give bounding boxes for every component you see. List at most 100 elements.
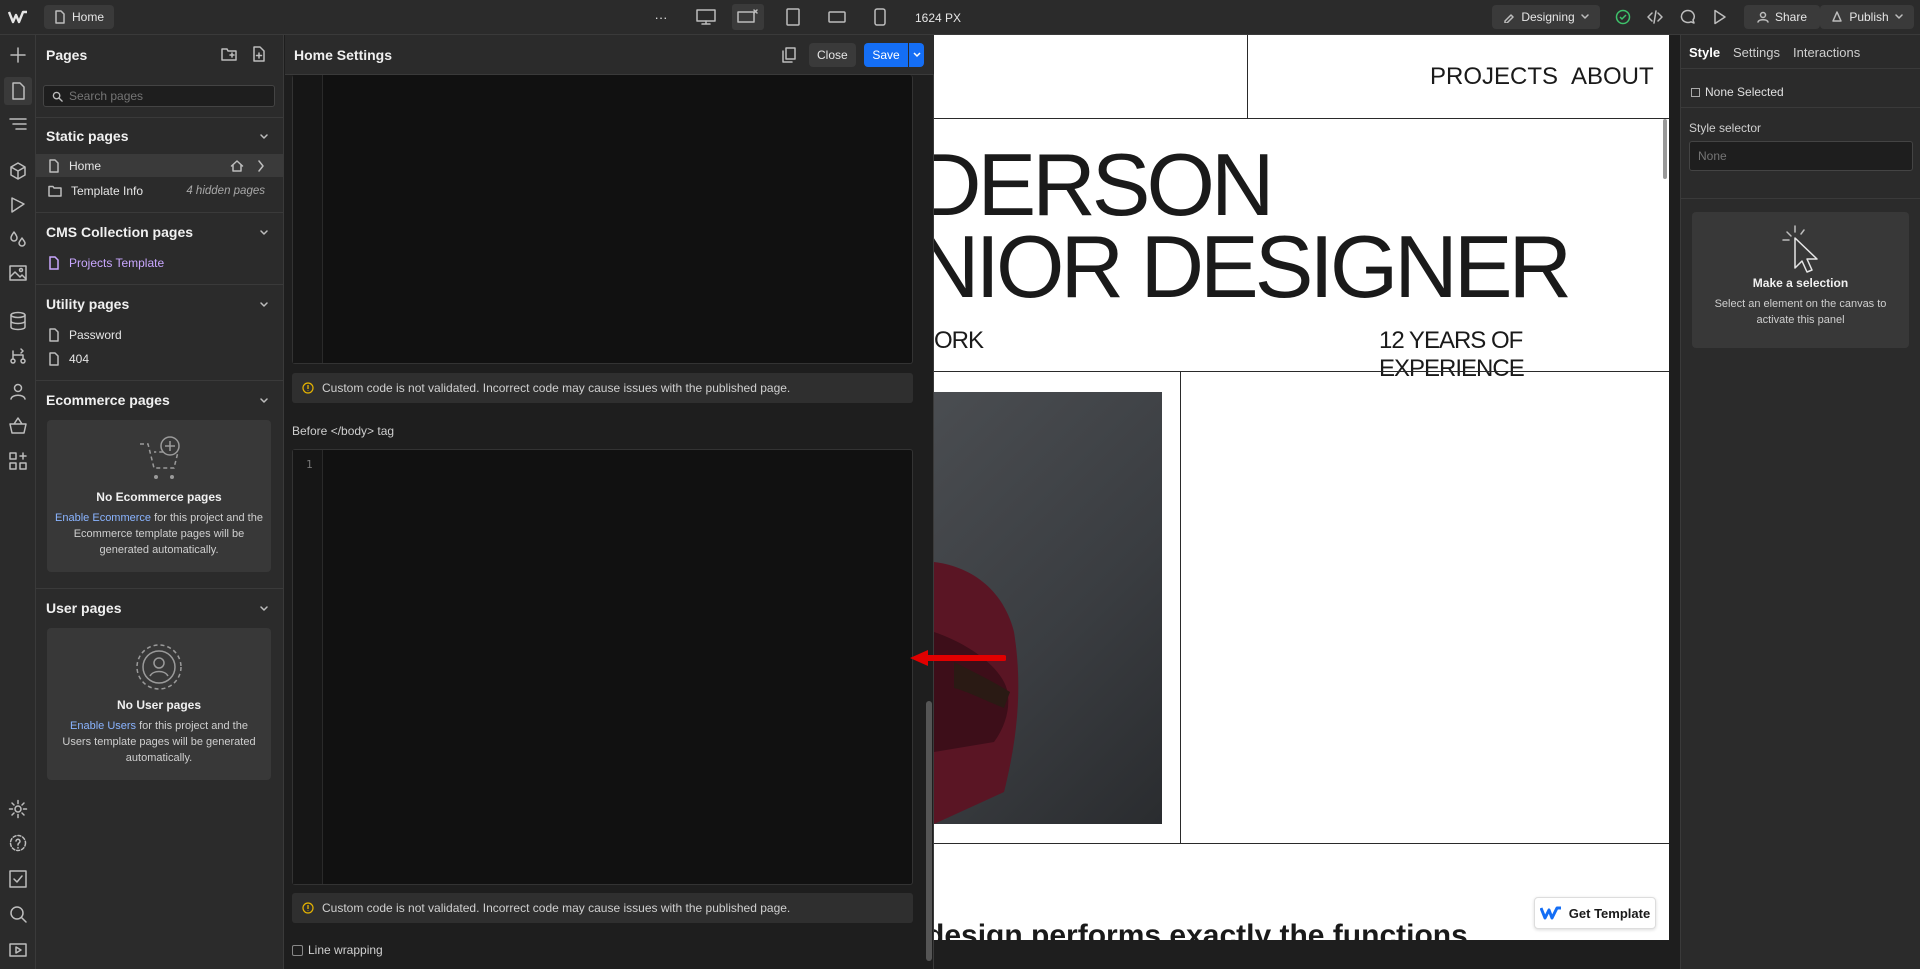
nav-about-link[interactable]: ABOUT bbox=[1571, 63, 1654, 91]
apps-icon[interactable] bbox=[8, 451, 28, 471]
enable-ecommerce-link[interactable]: Enable Ecommerce bbox=[55, 512, 151, 524]
users-icon[interactable] bbox=[8, 381, 28, 401]
publish-button[interactable]: Publish bbox=[1820, 5, 1914, 29]
page-label: Password bbox=[69, 327, 122, 342]
divider bbox=[1681, 107, 1920, 108]
user-icon bbox=[1757, 11, 1769, 23]
divider bbox=[36, 380, 284, 381]
publish-rocket-icon bbox=[1832, 11, 1843, 22]
settings-gear-icon[interactable] bbox=[8, 799, 28, 819]
style-selector-input[interactable] bbox=[1690, 142, 1890, 170]
enable-users-link[interactable]: Enable Users bbox=[70, 720, 136, 732]
chevron-right-icon[interactable] bbox=[257, 159, 265, 172]
canvas-width-readout: 1624 PX bbox=[915, 11, 962, 25]
no-users-desc: Enable Users for this project and the Us… bbox=[47, 718, 271, 766]
page-selector[interactable]: Home bbox=[44, 5, 115, 29]
mode-label: Designing bbox=[1521, 10, 1575, 24]
breakpoint-base-icon[interactable] bbox=[732, 4, 764, 30]
chevron-down-icon bbox=[1894, 14, 1903, 19]
page-settings-panel: Home Settings Close Save Custom code is … bbox=[285, 35, 934, 969]
search-icon[interactable] bbox=[8, 904, 28, 924]
hero-experience: 12 YEARS OF EXPERIENCE bbox=[1379, 327, 1525, 382]
ecommerce-pages-heading: Ecommerce pages bbox=[46, 392, 170, 408]
help-icon[interactable] bbox=[8, 833, 28, 853]
warning-text: Custom code is not validated. Incorrect … bbox=[322, 901, 791, 915]
add-elements-icon[interactable] bbox=[8, 45, 28, 65]
audit-checklist-icon[interactable] bbox=[8, 869, 28, 889]
video-tutorials-icon[interactable] bbox=[8, 939, 28, 959]
mode-selector[interactable]: Designing bbox=[1492, 5, 1600, 29]
breakpoint-desktop-icon[interactable] bbox=[695, 7, 717, 27]
panel-scrollbar[interactable] bbox=[926, 701, 932, 961]
page-label: 404 bbox=[69, 351, 90, 366]
warning-icon bbox=[302, 382, 314, 394]
webflow-logo-icon[interactable] bbox=[8, 10, 28, 24]
line-wrapping-checkbox[interactable] bbox=[292, 944, 303, 956]
head-code-editor[interactable] bbox=[292, 75, 913, 364]
no-ecommerce-title: No Ecommerce pages bbox=[96, 490, 222, 504]
canvas-scrollbar[interactable] bbox=[1663, 119, 1667, 179]
chevron-down-icon[interactable] bbox=[259, 300, 269, 310]
design-canvas[interactable]: PROJECTS ABOUT DERSON NIOR DESIGNER ORK … bbox=[934, 35, 1669, 940]
page-row-projects-template[interactable]: Projects Template bbox=[36, 251, 283, 274]
divider bbox=[1681, 68, 1920, 69]
divider bbox=[36, 117, 284, 118]
breakpoint-landscape-icon[interactable] bbox=[827, 7, 847, 27]
before-body-code-editor[interactable]: 1 bbox=[292, 449, 913, 885]
chevron-down-icon[interactable] bbox=[259, 604, 269, 614]
code-warning: Custom code is not validated. Incorrect … bbox=[292, 893, 913, 923]
get-template-badge[interactable]: Get Template bbox=[1534, 897, 1656, 929]
status-check-icon[interactable] bbox=[1614, 8, 1632, 26]
breakpoint-mobile-icon[interactable] bbox=[872, 7, 888, 27]
cms-database-icon[interactable] bbox=[8, 311, 28, 331]
search-pages-input[interactable] bbox=[69, 89, 259, 103]
close-button[interactable]: Close bbox=[809, 43, 856, 67]
ecommerce-basket-icon[interactable] bbox=[8, 416, 28, 436]
breakpoint-tablet-icon[interactable] bbox=[784, 7, 802, 27]
divider bbox=[36, 284, 284, 285]
components-icon[interactable] bbox=[8, 161, 28, 181]
new-folder-icon[interactable] bbox=[221, 47, 237, 61]
line-wrapping-toggle[interactable]: Line wrapping bbox=[292, 943, 383, 957]
page-icon bbox=[55, 10, 65, 24]
more-options-button[interactable]: ··· bbox=[652, 8, 670, 26]
nav-projects-link[interactable]: PROJECTS bbox=[1430, 63, 1558, 91]
chevron-down-icon[interactable] bbox=[259, 132, 269, 142]
hero-role: NIOR DESIGNER bbox=[934, 217, 1572, 316]
variables-icon[interactable] bbox=[8, 195, 28, 215]
page-row-home[interactable]: Home bbox=[36, 154, 283, 177]
pages-icon[interactable] bbox=[4, 77, 32, 105]
tab-interactions[interactable]: Interactions bbox=[1793, 45, 1860, 60]
styles-drops-icon[interactable] bbox=[8, 229, 28, 249]
no-ecommerce-desc: Enable Ecommerce for this project and th… bbox=[47, 510, 271, 558]
assets-image-icon[interactable] bbox=[8, 263, 28, 283]
canvas-bottom-strip bbox=[934, 940, 1669, 969]
new-page-icon[interactable] bbox=[252, 46, 266, 62]
chevron-down-icon[interactable] bbox=[259, 228, 269, 238]
page-row-template-info[interactable]: Template Info 4 hidden pages bbox=[36, 179, 283, 202]
save-button[interactable]: Save bbox=[864, 43, 908, 67]
search-pages-field[interactable] bbox=[43, 85, 275, 107]
chevron-down-icon[interactable] bbox=[259, 396, 269, 406]
make-selection-desc: Select an element on the canvas to activ… bbox=[1714, 298, 1887, 326]
comment-icon[interactable] bbox=[1679, 8, 1697, 26]
code-icon[interactable] bbox=[1646, 8, 1664, 26]
search-icon bbox=[52, 91, 63, 102]
tab-settings[interactable]: Settings bbox=[1733, 45, 1780, 60]
style-selector-field[interactable] bbox=[1689, 141, 1913, 171]
duplicate-page-icon[interactable] bbox=[782, 47, 796, 63]
page-row-password[interactable]: Password bbox=[36, 323, 283, 346]
folder-label: Template Info bbox=[71, 183, 144, 198]
share-button[interactable]: Share bbox=[1744, 5, 1820, 29]
header-divider bbox=[934, 118, 1669, 119]
logic-flow-icon[interactable] bbox=[8, 346, 28, 366]
selection-box-icon bbox=[1691, 87, 1700, 97]
page-row-404[interactable]: 404 bbox=[36, 347, 283, 370]
page-label: Projects Template bbox=[69, 255, 165, 270]
preview-play-icon[interactable] bbox=[1711, 8, 1729, 26]
page-selector-label: Home bbox=[72, 10, 105, 24]
navigator-icon[interactable] bbox=[8, 115, 28, 135]
save-options-button[interactable] bbox=[909, 43, 924, 67]
tab-style[interactable]: Style bbox=[1689, 45, 1720, 60]
line-wrapping-label: Line wrapping bbox=[308, 943, 383, 957]
